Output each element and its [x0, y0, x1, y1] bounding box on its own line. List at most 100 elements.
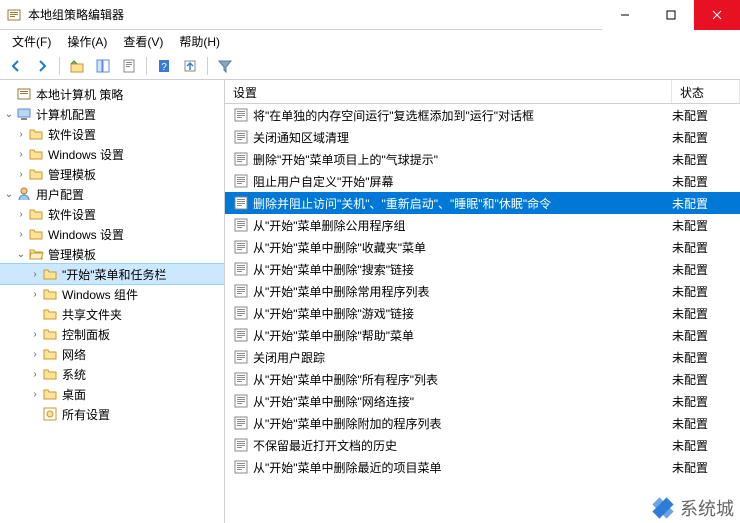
- twisty-closed-icon[interactable]: ›: [28, 369, 42, 380]
- folder-open-icon: [28, 246, 44, 262]
- setting-label: 从"开始"菜单删除公用程序组: [253, 217, 672, 234]
- setting-state: 未配置: [672, 371, 740, 388]
- tree-label: 控制面板: [62, 326, 110, 343]
- setting-state: 未配置: [672, 415, 740, 432]
- list-row[interactable]: 阻止用户自定义"开始"屏幕未配置: [225, 170, 740, 192]
- twisty-closed-icon[interactable]: ›: [28, 349, 42, 360]
- setting-label: 将"在单独的内存空间运行"复选框添加到"运行"对话框: [253, 107, 672, 124]
- tree-network[interactable]: › 网络: [0, 344, 224, 364]
- tree-label: 系统: [62, 366, 86, 383]
- tree-start-taskbar[interactable]: › "开始"菜单和任务栏: [0, 264, 224, 284]
- twisty-closed-icon[interactable]: ›: [28, 389, 42, 400]
- policy-item-icon: [233, 195, 249, 211]
- tree-shared-folders[interactable]: 共享文件夹: [0, 304, 224, 324]
- tree-label: 用户配置: [36, 186, 84, 203]
- twisty-closed-icon[interactable]: ›: [28, 329, 42, 340]
- toolbar-separator: [146, 57, 147, 75]
- setting-label: 从"开始"菜单中删除最近的项目菜单: [253, 459, 672, 476]
- tree-cc-templates[interactable]: › 管理模板: [0, 164, 224, 184]
- window-title: 本地组策略编辑器: [28, 6, 602, 23]
- tree-label: 网络: [62, 346, 86, 363]
- list-row[interactable]: 从"开始"菜单中删除"帮助"菜单未配置: [225, 324, 740, 346]
- twisty-closed-icon[interactable]: ›: [28, 269, 42, 280]
- menu-action[interactable]: 操作(A): [59, 31, 115, 52]
- twisty-open-icon[interactable]: ⌄: [14, 249, 28, 260]
- tree-label: 本地计算机 策略: [36, 86, 123, 103]
- twisty-closed-icon[interactable]: ›: [28, 289, 42, 300]
- list-row[interactable]: 关闭通知区域清理未配置: [225, 126, 740, 148]
- twisty-closed-icon[interactable]: ›: [14, 229, 28, 240]
- folder-icon: [28, 146, 44, 162]
- tree-cc-windows[interactable]: › Windows 设置: [0, 144, 224, 164]
- list-row[interactable]: 从"开始"菜单中删除"收藏夹"菜单未配置: [225, 236, 740, 258]
- list-row[interactable]: 从"开始"菜单中删除附加的程序列表未配置: [225, 412, 740, 434]
- tree-label: 软件设置: [48, 206, 96, 223]
- setting-state: 未配置: [672, 195, 740, 212]
- folder-icon: [42, 366, 58, 382]
- twisty-open-icon[interactable]: ⌄: [2, 189, 16, 200]
- forward-button[interactable]: [30, 54, 54, 78]
- policy-tree[interactable]: 本地计算机 策略 ⌄ 计算机配置 › 软件设置 › Windows 设置 › 管…: [0, 80, 225, 523]
- twisty-closed-icon[interactable]: ›: [14, 169, 28, 180]
- list-row[interactable]: 从"开始"菜单中删除常用程序列表未配置: [225, 280, 740, 302]
- twisty-closed-icon[interactable]: ›: [14, 129, 28, 140]
- list-row[interactable]: 从"开始"菜单中删除最近的项目菜单未配置: [225, 456, 740, 478]
- tree-label: 管理模板: [48, 166, 96, 183]
- export-button[interactable]: [178, 54, 202, 78]
- close-button[interactable]: [694, 0, 740, 30]
- column-state[interactable]: 状态: [672, 80, 740, 103]
- filter-button[interactable]: [213, 54, 237, 78]
- list-row[interactable]: 删除"开始"菜单项目上的"气球提示"未配置: [225, 148, 740, 170]
- show-hide-tree-button[interactable]: [91, 54, 115, 78]
- list-row[interactable]: 从"开始"菜单删除公用程序组未配置: [225, 214, 740, 236]
- twisty-closed-icon[interactable]: ›: [14, 209, 28, 220]
- list-row[interactable]: 删除并阻止访问"关机"、"重新启动"、"睡眠"和"休眠"命令未配置: [225, 192, 740, 214]
- list-row[interactable]: 关闭用户跟踪未配置: [225, 346, 740, 368]
- help-button[interactable]: ?: [152, 54, 176, 78]
- list-row[interactable]: 从"开始"菜单中删除"搜索"链接未配置: [225, 258, 740, 280]
- setting-label: 删除"开始"菜单项目上的"气球提示": [253, 151, 672, 168]
- menu-file[interactable]: 文件(F): [4, 31, 59, 52]
- list-row[interactable]: 不保留最近打开文档的历史未配置: [225, 434, 740, 456]
- tree-uc-windows[interactable]: › Windows 设置: [0, 224, 224, 244]
- menu-help[interactable]: 帮助(H): [171, 31, 228, 52]
- twisty-closed-icon[interactable]: ›: [14, 149, 28, 160]
- folder-icon: [28, 166, 44, 182]
- setting-state: 未配置: [672, 239, 740, 256]
- setting-state: 未配置: [672, 129, 740, 146]
- toolbar-separator: [59, 57, 60, 75]
- setting-label: 关闭通知区域清理: [253, 129, 672, 146]
- user-icon: [16, 186, 32, 202]
- tree-label: 所有设置: [62, 406, 110, 423]
- tree-uc-templates[interactable]: ⌄ 管理模板: [0, 244, 224, 264]
- tree-cc-software[interactable]: › 软件设置: [0, 124, 224, 144]
- setting-state: 未配置: [672, 305, 740, 322]
- list-rows[interactable]: 将"在单独的内存空间运行"复选框添加到"运行"对话框未配置关闭通知区域清理未配置…: [225, 104, 740, 523]
- column-setting[interactable]: 设置: [225, 80, 672, 103]
- tree-control-panel[interactable]: › 控制面板: [0, 324, 224, 344]
- list-row[interactable]: 将"在单独的内存空间运行"复选框添加到"运行"对话框未配置: [225, 104, 740, 126]
- maximize-button[interactable]: [648, 0, 694, 30]
- folder-icon: [42, 306, 58, 322]
- tree-uc-software[interactable]: › 软件设置: [0, 204, 224, 224]
- tree-all-settings[interactable]: 所有设置: [0, 404, 224, 424]
- list-row[interactable]: 从"开始"菜单中删除"游戏"链接未配置: [225, 302, 740, 324]
- list-row[interactable]: 从"开始"菜单中删除"网络连接"未配置: [225, 390, 740, 412]
- twisty-open-icon[interactable]: ⌄: [2, 109, 16, 120]
- policy-item-icon: [233, 459, 249, 475]
- menu-view[interactable]: 查看(V): [115, 31, 171, 52]
- minimize-button[interactable]: [602, 0, 648, 30]
- tree-system[interactable]: › 系统: [0, 364, 224, 384]
- tree-root[interactable]: 本地计算机 策略: [0, 84, 224, 104]
- up-button[interactable]: [65, 54, 89, 78]
- content-area: 本地计算机 策略 ⌄ 计算机配置 › 软件设置 › Windows 设置 › 管…: [0, 80, 740, 523]
- tree-windows-components[interactable]: › Windows 组件: [0, 284, 224, 304]
- list-row[interactable]: 从"开始"菜单中删除"所有程序"列表未配置: [225, 368, 740, 390]
- tree-computer-config[interactable]: ⌄ 计算机配置: [0, 104, 224, 124]
- tree-desktop[interactable]: › 桌面: [0, 384, 224, 404]
- folder-icon: [42, 386, 58, 402]
- back-button[interactable]: [4, 54, 28, 78]
- tree-label: 管理模板: [48, 246, 96, 263]
- properties-button[interactable]: [117, 54, 141, 78]
- tree-user-config[interactable]: ⌄ 用户配置: [0, 184, 224, 204]
